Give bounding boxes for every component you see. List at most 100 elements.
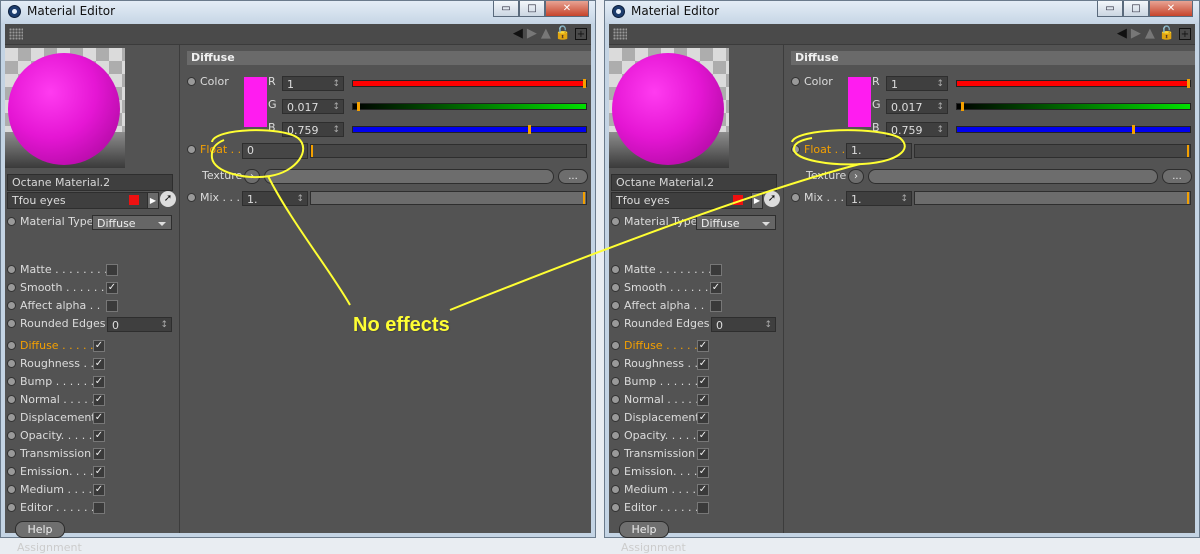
- slider-marker[interactable]: [527, 125, 531, 134]
- close-button[interactable]: ✕: [545, 1, 589, 17]
- channel-checkbox[interactable]: ✓: [93, 466, 105, 478]
- texture-expand-icon[interactable]: ›: [244, 169, 260, 184]
- slider-marker[interactable]: [583, 192, 585, 204]
- anim-dot-icon[interactable]: [611, 412, 620, 422]
- channel-label[interactable]: Opacity. . . . .: [624, 429, 696, 442]
- texture-browse-button[interactable]: ...: [558, 169, 588, 184]
- channel-checkbox[interactable]: ✓: [697, 376, 709, 388]
- close-button[interactable]: ✕: [1149, 1, 1193, 17]
- slider-marker[interactable]: [1187, 145, 1189, 157]
- material-preview[interactable]: [5, 48, 125, 168]
- channel-label[interactable]: Affect alpha . .: [20, 299, 100, 312]
- channel-checkbox[interactable]: ✓: [697, 412, 709, 424]
- float-slider[interactable]: [914, 144, 1191, 158]
- channel-b-slider[interactable]: [352, 125, 587, 134]
- channel-r-input[interactable]: 1: [886, 76, 948, 92]
- anim-dot-icon[interactable]: [7, 300, 16, 310]
- anim-dot-icon[interactable]: [611, 300, 620, 310]
- channel-label[interactable]: Smooth . . . . . .: [20, 281, 104, 294]
- channel-checkbox[interactable]: ✓: [93, 358, 105, 370]
- back-arrow-icon[interactable]: ◀: [1117, 26, 1127, 42]
- anim-dot-icon[interactable]: [611, 466, 620, 476]
- slider-marker[interactable]: [583, 79, 586, 88]
- anim-dot-icon[interactable]: [611, 484, 620, 494]
- title-bar[interactable]: Material Editor ▭ □ ✕: [605, 1, 1199, 23]
- channel-label[interactable]: Medium . . . .: [624, 483, 696, 496]
- anim-dot-icon[interactable]: [611, 376, 620, 386]
- tag-menu-arrow-icon[interactable]: ▶: [147, 192, 159, 209]
- channel-checkbox[interactable]: [93, 502, 105, 514]
- anim-dot-icon[interactable]: [611, 340, 620, 350]
- anim-dot-icon[interactable]: [611, 264, 620, 274]
- anim-dot-icon[interactable]: [7, 376, 16, 386]
- channel-checkbox[interactable]: ✓: [93, 448, 105, 460]
- anim-dot-icon[interactable]: [7, 340, 16, 350]
- slider-marker[interactable]: [1187, 79, 1190, 88]
- channel-label[interactable]: Matte . . . . . . . . .: [20, 263, 115, 276]
- anim-dot-icon[interactable]: [611, 358, 620, 368]
- channel-label[interactable]: Bump . . . . . .: [624, 375, 698, 388]
- tag-name-field[interactable]: Tfou eyes: [611, 192, 753, 209]
- channel-b-input[interactable]: 0.759: [282, 122, 344, 138]
- anim-dot-icon[interactable]: [7, 358, 16, 368]
- minimize-button[interactable]: ▭: [493, 1, 519, 17]
- texture-link-field[interactable]: [264, 169, 554, 184]
- channel-checkbox[interactable]: ✓: [93, 340, 105, 352]
- channel-checkbox[interactable]: [710, 300, 722, 312]
- pick-cursor-icon[interactable]: ➚: [160, 191, 176, 207]
- channel-checkbox[interactable]: ✓: [710, 282, 722, 294]
- material-preview[interactable]: [609, 48, 729, 168]
- channel-checkbox[interactable]: [106, 264, 118, 276]
- channel-label[interactable]: Emission. . . .: [20, 465, 93, 478]
- channel-b-slider[interactable]: [956, 125, 1191, 134]
- anim-dot-icon[interactable]: [7, 412, 16, 422]
- channel-r-slider[interactable]: [956, 79, 1191, 88]
- anim-dot-icon[interactable]: [611, 502, 620, 512]
- anim-dot-icon[interactable]: [611, 394, 620, 404]
- channel-label[interactable]: Transmission: [624, 447, 695, 460]
- channel-checkbox[interactable]: ✓: [697, 484, 709, 496]
- float-slider[interactable]: [310, 144, 587, 158]
- anim-dot-icon[interactable]: [791, 144, 800, 154]
- forward-arrow-icon[interactable]: ▶: [1131, 26, 1141, 42]
- channel-checkbox[interactable]: [697, 502, 709, 514]
- new-window-icon[interactable]: +: [1179, 28, 1191, 40]
- channel-checkbox[interactable]: [106, 300, 118, 312]
- back-arrow-icon[interactable]: ◀: [513, 26, 523, 42]
- mix-slider[interactable]: [914, 191, 1191, 205]
- channel-checkbox[interactable]: ✓: [697, 340, 709, 352]
- channel-checkbox[interactable]: ✓: [697, 358, 709, 370]
- channel-label[interactable]: Affect alpha . .: [624, 299, 704, 312]
- mix-input[interactable]: 1.: [242, 191, 308, 207]
- lock-icon[interactable]: 🔓: [1159, 26, 1175, 42]
- channel-checkbox[interactable]: ✓: [93, 430, 105, 442]
- anim-dot-icon[interactable]: [791, 76, 800, 86]
- anim-dot-icon[interactable]: [187, 192, 196, 202]
- channel-label[interactable]: Diffuse . . . . .: [624, 339, 698, 352]
- channel-checkbox[interactable]: ✓: [93, 412, 105, 424]
- slider-marker[interactable]: [1131, 125, 1135, 134]
- up-arrow-icon[interactable]: ▲: [541, 26, 551, 42]
- tag-menu-arrow-icon[interactable]: ▶: [751, 192, 763, 209]
- grip-icon[interactable]: [9, 28, 23, 40]
- forward-arrow-icon[interactable]: ▶: [527, 26, 537, 42]
- title-bar[interactable]: Material Editor ▭ □ ✕: [1, 1, 595, 23]
- rounded-edges-input[interactable]: 0: [107, 317, 172, 333]
- channel-label[interactable]: Diffuse . . . . .: [20, 339, 94, 352]
- up-arrow-icon[interactable]: ▲: [1145, 26, 1155, 42]
- slider-marker[interactable]: [356, 102, 360, 111]
- channel-g-input[interactable]: 0.017: [282, 99, 344, 115]
- channel-checkbox[interactable]: ✓: [697, 448, 709, 460]
- new-window-icon[interactable]: +: [575, 28, 587, 40]
- float-input[interactable]: 1.: [846, 143, 912, 159]
- assignment-tab[interactable]: Assignment: [621, 541, 686, 554]
- channel-r-slider[interactable]: [352, 79, 587, 88]
- channel-r-input[interactable]: 1: [282, 76, 344, 92]
- mix-input[interactable]: 1.: [846, 191, 912, 207]
- lock-icon[interactable]: 🔓: [555, 26, 571, 42]
- anim-dot-icon[interactable]: [611, 216, 620, 226]
- channel-label[interactable]: Editor . . . . . .: [624, 501, 699, 514]
- anim-dot-icon[interactable]: [7, 282, 16, 292]
- anim-dot-icon[interactable]: [7, 216, 16, 226]
- channel-label[interactable]: Matte . . . . . . . . .: [624, 263, 719, 276]
